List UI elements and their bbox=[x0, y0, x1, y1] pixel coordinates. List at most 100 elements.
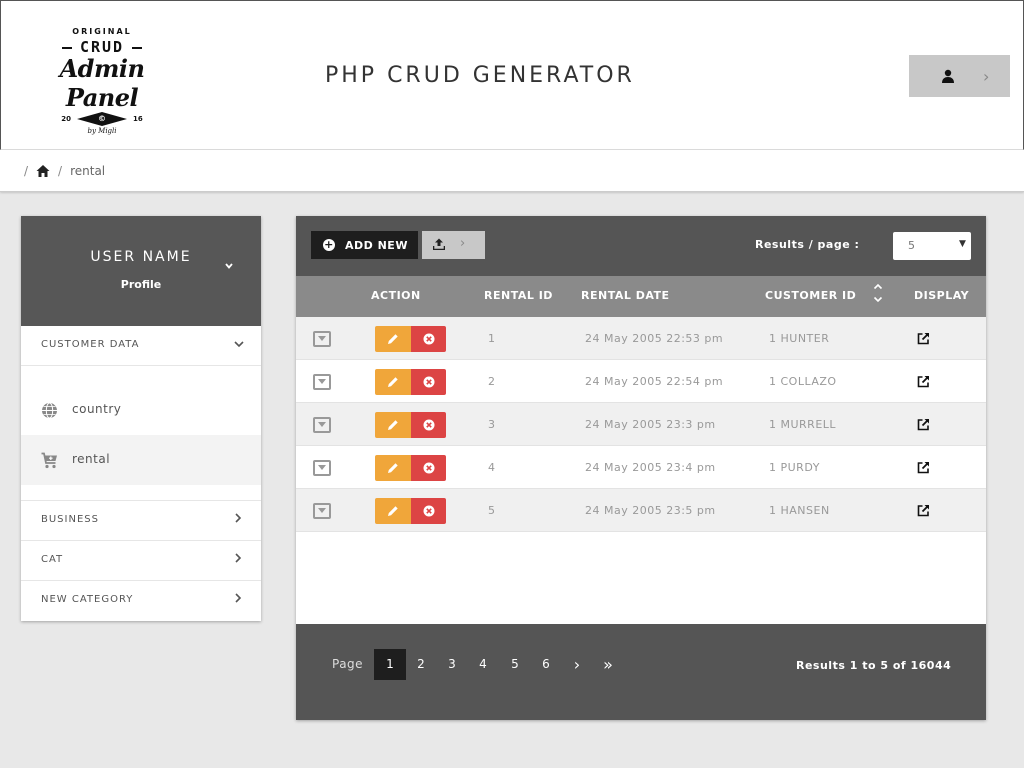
table-row: 5 24 May 2005 23:5 pm 1 HANSEN bbox=[296, 489, 986, 532]
close-circle-icon bbox=[423, 419, 435, 431]
page-link-1[interactable]: 1 bbox=[374, 649, 406, 680]
sidebar-section-new-category[interactable]: NEW CATEGORY bbox=[21, 581, 261, 621]
edit-button[interactable] bbox=[375, 455, 411, 481]
chevron-right-icon bbox=[234, 552, 242, 566]
user-profile-link[interactable]: Profile bbox=[21, 278, 261, 291]
row-expand-toggle[interactable] bbox=[313, 460, 331, 476]
panel-toolbar: + ADD NEW › Results / page : 5 ▼ bbox=[296, 216, 986, 276]
pencil-icon bbox=[388, 506, 398, 516]
export-button[interactable]: › bbox=[422, 231, 485, 259]
results-per-page-label: Results / page : bbox=[755, 238, 860, 251]
chevron-down-icon[interactable] bbox=[225, 261, 233, 272]
chevron-right-icon bbox=[234, 592, 242, 606]
column-header-customer-id[interactable]: CUSTOMER ID bbox=[765, 289, 856, 302]
cell-rental-id: 1 bbox=[488, 332, 496, 345]
add-new-label: ADD NEW bbox=[345, 238, 408, 252]
sidebar-item-rental[interactable]: rental bbox=[21, 435, 261, 485]
external-link-icon[interactable] bbox=[917, 504, 930, 517]
sidebar-section-business[interactable]: BUSINESS bbox=[21, 501, 261, 541]
next-page-icon[interactable]: › bbox=[561, 649, 593, 680]
results-per-page-select[interactable]: 5 ▼ bbox=[893, 232, 971, 260]
pencil-icon bbox=[388, 334, 398, 344]
table-row: 3 24 May 2005 23:3 pm 1 MURRELL bbox=[296, 403, 986, 446]
edit-button[interactable] bbox=[375, 412, 411, 438]
chevron-right-icon bbox=[234, 512, 242, 526]
cell-rental-id: 2 bbox=[488, 375, 496, 388]
user-menu-button[interactable]: › bbox=[909, 55, 1010, 97]
page-link-4[interactable]: 4 bbox=[467, 649, 499, 680]
results-per-page-value: 5 bbox=[908, 239, 915, 252]
pencil-icon bbox=[388, 463, 398, 473]
breadcrumb-separator: / bbox=[24, 163, 29, 178]
last-page-icon[interactable]: » bbox=[592, 649, 624, 680]
cell-rental-id: 4 bbox=[488, 461, 496, 474]
app-title: PHP CRUD GENERATOR bbox=[325, 63, 635, 88]
cell-rental-date: 24 May 2005 23:5 pm bbox=[585, 504, 716, 517]
pagination: Page 1 2 3 4 5 6 › » Results 1 to 5 of 1… bbox=[296, 624, 986, 720]
close-circle-icon bbox=[423, 462, 435, 474]
delete-button[interactable] bbox=[411, 412, 446, 438]
edit-button[interactable] bbox=[375, 326, 411, 352]
cell-customer-id: 1 PURDY bbox=[769, 461, 820, 474]
user-icon bbox=[942, 69, 954, 83]
add-new-button[interactable]: + ADD NEW bbox=[311, 231, 418, 259]
cart-icon bbox=[41, 452, 57, 469]
cell-rental-id: 3 bbox=[488, 418, 496, 431]
breadcrumb-separator: / bbox=[58, 163, 63, 178]
row-expand-toggle[interactable] bbox=[313, 417, 331, 433]
plus-circle-icon: + bbox=[323, 238, 335, 251]
table-row: 1 24 May 2005 22:53 pm 1 HUNTER bbox=[296, 317, 986, 360]
page-link-5[interactable]: 5 bbox=[499, 649, 531, 680]
close-circle-icon bbox=[423, 333, 435, 345]
logo-original-text: ORIGINAL bbox=[72, 27, 132, 36]
sidebar-section-customer-data[interactable]: CUSTOMER DATA bbox=[21, 326, 261, 366]
column-header-action: ACTION bbox=[371, 289, 421, 302]
sort-icon[interactable] bbox=[872, 281, 884, 305]
records-panel: + ADD NEW › Results / page : 5 ▼ ACTION … bbox=[296, 216, 986, 720]
external-link-icon[interactable] bbox=[917, 332, 930, 345]
logo-diamond-icon: © bbox=[77, 112, 127, 126]
external-link-icon[interactable] bbox=[917, 461, 930, 474]
sidebar: USER NAME Profile CUSTOMER DATA country bbox=[21, 216, 261, 621]
sidebar-section-label: CAT bbox=[41, 554, 64, 565]
globe-icon bbox=[42, 402, 57, 419]
row-expand-toggle[interactable] bbox=[313, 503, 331, 519]
cell-customer-id: 1 HANSEN bbox=[769, 504, 830, 517]
table-header: ACTION RENTAL ID RENTAL DATE CUSTOMER ID… bbox=[296, 276, 986, 317]
delete-button[interactable] bbox=[411, 326, 446, 352]
logo-admin-panel-text: Admin Panel bbox=[59, 54, 145, 112]
delete-button[interactable] bbox=[411, 455, 446, 481]
sidebar-item-label: country bbox=[72, 402, 122, 416]
column-header-rental-date[interactable]: RENTAL DATE bbox=[581, 289, 670, 302]
sidebar-user-panel[interactable]: USER NAME Profile bbox=[21, 216, 261, 326]
page-link-6[interactable]: 6 bbox=[530, 649, 562, 680]
edit-button[interactable] bbox=[375, 369, 411, 395]
external-link-icon[interactable] bbox=[917, 375, 930, 388]
cell-customer-id: 1 MURRELL bbox=[769, 418, 837, 431]
sidebar-section-cat[interactable]: CAT bbox=[21, 541, 261, 581]
app-header: ORIGINAL CRUD Admin Panel 20 © 16 by Mig… bbox=[0, 0, 1024, 150]
chevron-right-icon: › bbox=[983, 67, 990, 86]
results-summary: Results 1 to 5 of 16044 bbox=[796, 659, 952, 672]
column-header-display: DISPLAY bbox=[914, 289, 970, 302]
external-link-icon[interactable] bbox=[917, 418, 930, 431]
cell-customer-id: 1 COLLAZO bbox=[769, 375, 837, 388]
chevron-down-icon bbox=[234, 337, 244, 351]
row-expand-toggle[interactable] bbox=[313, 374, 331, 390]
delete-button[interactable] bbox=[411, 369, 446, 395]
close-circle-icon bbox=[423, 376, 435, 388]
upload-icon bbox=[433, 238, 445, 250]
crud-admin-panel-logo[interactable]: ORIGINAL CRUD Admin Panel 20 © 16 by Mig… bbox=[21, 25, 183, 135]
row-expand-toggle[interactable] bbox=[313, 331, 331, 347]
sidebar-item-label: rental bbox=[72, 452, 111, 466]
breadcrumb: / / rental bbox=[0, 150, 1024, 192]
column-header-rental-id[interactable]: RENTAL ID bbox=[484, 289, 553, 302]
home-icon[interactable] bbox=[36, 164, 50, 178]
delete-button[interactable] bbox=[411, 498, 446, 524]
cell-rental-id: 5 bbox=[488, 504, 496, 517]
page-link-3[interactable]: 3 bbox=[436, 649, 468, 680]
page-link-2[interactable]: 2 bbox=[405, 649, 437, 680]
sidebar-section-label: CUSTOMER DATA bbox=[41, 339, 140, 350]
edit-button[interactable] bbox=[375, 498, 411, 524]
sidebar-item-country[interactable]: country bbox=[21, 385, 261, 435]
